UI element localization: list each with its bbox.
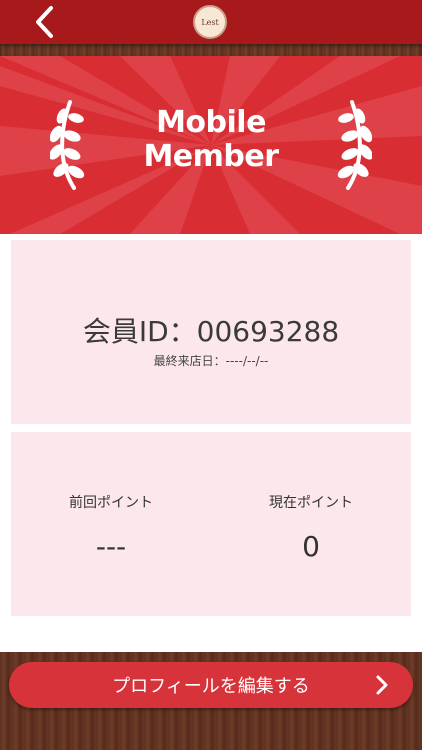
chevron-left-icon	[36, 6, 53, 38]
wood-divider	[0, 44, 422, 56]
edit-profile-label: プロフィールを編集する	[112, 676, 310, 697]
current-points-label: 現在ポイント	[269, 495, 353, 511]
current-points-value: 0	[302, 530, 320, 563]
store-logo: Lest	[193, 5, 227, 39]
previous-points-label: 前回ポイント	[69, 495, 153, 511]
last-visit-date: 最終来店日：----/--/--	[153, 354, 269, 368]
previous-points-value: ---	[95, 530, 127, 563]
current-points: 現在ポイント 0	[211, 492, 411, 563]
previous-points: 前回ポイント ---	[11, 492, 211, 563]
member-id: 会員ID：00693288	[82, 315, 340, 348]
top-navigation-bar: Lest	[0, 0, 422, 44]
member-id-card: 会員ID：00693288 最終来店日：----/--/--	[11, 240, 411, 424]
edit-profile-button[interactable]: プロフィールを編集する	[9, 662, 413, 708]
logo-text: Lest	[201, 17, 219, 27]
mobile-member-banner: Mobile Member	[0, 56, 422, 234]
chevron-right-icon	[376, 675, 388, 695]
points-card: 前回ポイント --- 現在ポイント 0	[11, 432, 411, 616]
back-button[interactable]	[24, 4, 64, 40]
laurel-icon	[337, 100, 372, 190]
